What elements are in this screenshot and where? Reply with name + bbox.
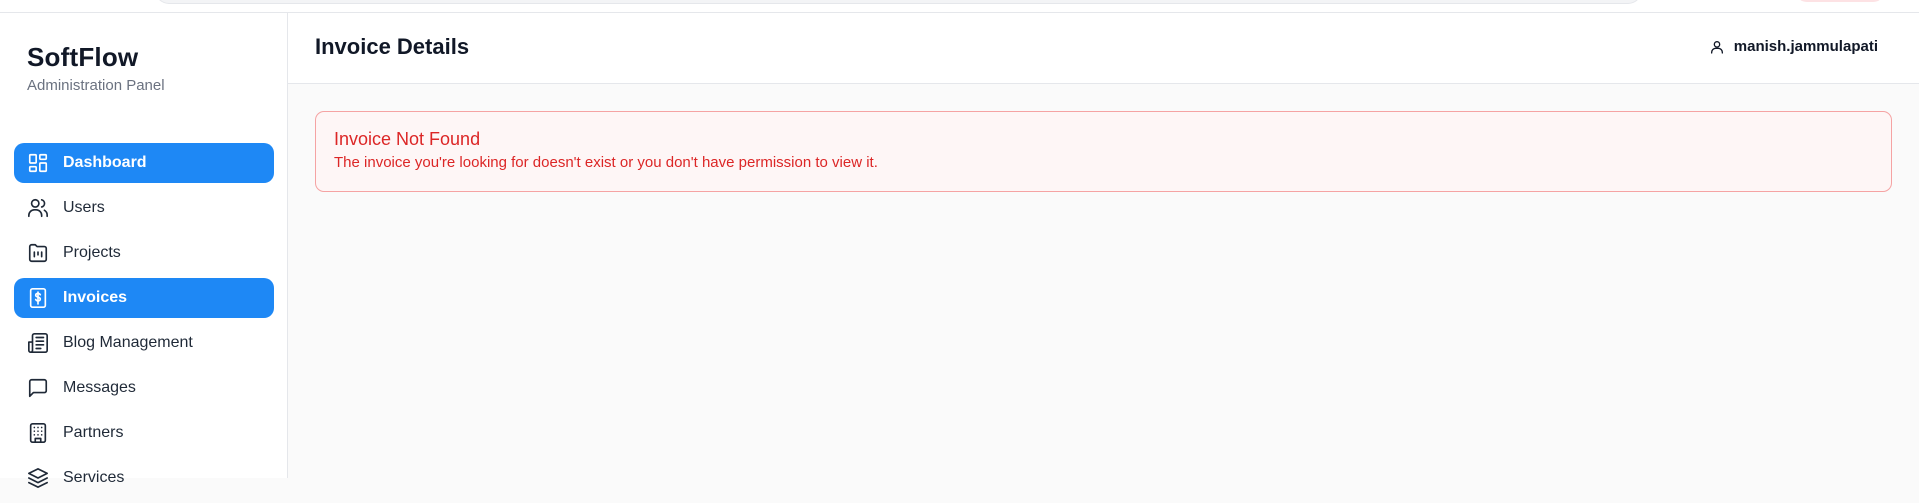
page-title: Invoice Details <box>315 34 470 59</box>
brand: SoftFlow Administration Panel <box>27 42 165 94</box>
sidebar-item-blog-management[interactable]: Blog Management <box>14 323 274 363</box>
user-icon <box>1709 39 1725 55</box>
error-alert: Invoice Not Found The invoice you're loo… <box>315 111 1892 192</box>
user-menu[interactable]: manish.jammulapati <box>1709 38 1878 55</box>
sidebar-item-label: Dashboard <box>63 154 147 171</box>
sidebar: SoftFlow Administration Panel Dashboard … <box>0 12 288 488</box>
sidebar-item-dashboard[interactable]: Dashboard <box>14 143 274 183</box>
sidebar-item-invoices[interactable]: Invoices <box>14 278 274 318</box>
sidebar-item-users[interactable]: Users <box>14 188 274 228</box>
dashboard-icon <box>27 152 49 174</box>
browser-top-strip <box>0 0 1919 13</box>
sidebar-item-projects[interactable]: Projects <box>14 233 274 273</box>
top-right-pill[interactable] <box>1795 0 1885 2</box>
invoice-icon <box>27 287 49 309</box>
sidebar-item-label: Services <box>63 469 125 486</box>
sidebar-nav: Dashboard Users Projects Invoices Blog M… <box>14 143 274 503</box>
projects-icon <box>27 242 49 264</box>
error-message: The invoice you're looking for doesn't e… <box>334 154 878 171</box>
app-name: SoftFlow <box>27 42 139 72</box>
users-icon <box>27 197 49 219</box>
building-icon <box>27 422 49 444</box>
error-title: Invoice Not Found <box>334 129 481 149</box>
layers-icon <box>27 467 49 489</box>
sidebar-item-label: Messages <box>63 379 136 396</box>
sidebar-item-label: Partners <box>63 424 124 441</box>
sidebar-item-label: Invoices <box>63 289 128 306</box>
sidebar-item-label: Projects <box>63 244 121 261</box>
message-icon <box>27 377 49 399</box>
newspaper-icon <box>27 332 49 354</box>
sidebar-item-label: Users <box>63 199 105 216</box>
app-subtitle: Administration Panel <box>27 77 165 94</box>
sidebar-item-messages[interactable]: Messages <box>14 368 274 408</box>
username: manish.jammulapati <box>1733 38 1878 55</box>
address-bar[interactable] <box>155 0 1642 4</box>
sidebar-item-services[interactable]: Services <box>14 458 274 498</box>
sidebar-item-label: Blog Management <box>63 334 193 351</box>
sidebar-item-partners[interactable]: Partners <box>14 413 274 453</box>
page-header: Invoice Details manish.jammulapati <box>288 12 1919 84</box>
